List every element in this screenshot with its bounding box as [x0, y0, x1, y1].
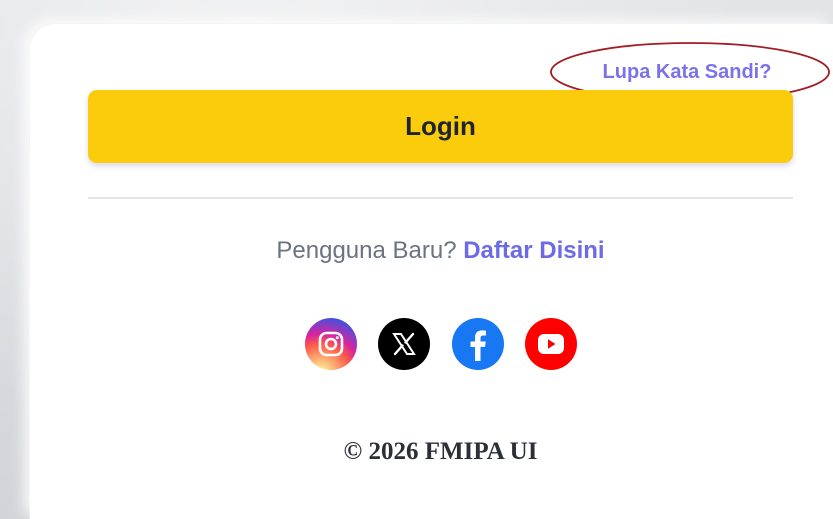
forgot-password-link[interactable]: Lupa Kata Sandi? [553, 56, 821, 88]
social-links [305, 318, 577, 370]
signup-prompt: Pengguna Baru? Daftar Disini [88, 234, 793, 268]
copyright-text: © 2026 FMIPA UI [343, 438, 538, 465]
instagram-icon[interactable] [305, 318, 357, 370]
login-button[interactable]: Login [88, 90, 793, 163]
new-user-text: Pengguna Baru? [276, 237, 457, 264]
youtube-icon[interactable] [524, 318, 577, 370]
facebook-icon[interactable] [451, 318, 504, 370]
signup-link[interactable]: Daftar Disini [463, 237, 604, 264]
divider [88, 197, 793, 199]
x-icon[interactable] [378, 318, 431, 370]
